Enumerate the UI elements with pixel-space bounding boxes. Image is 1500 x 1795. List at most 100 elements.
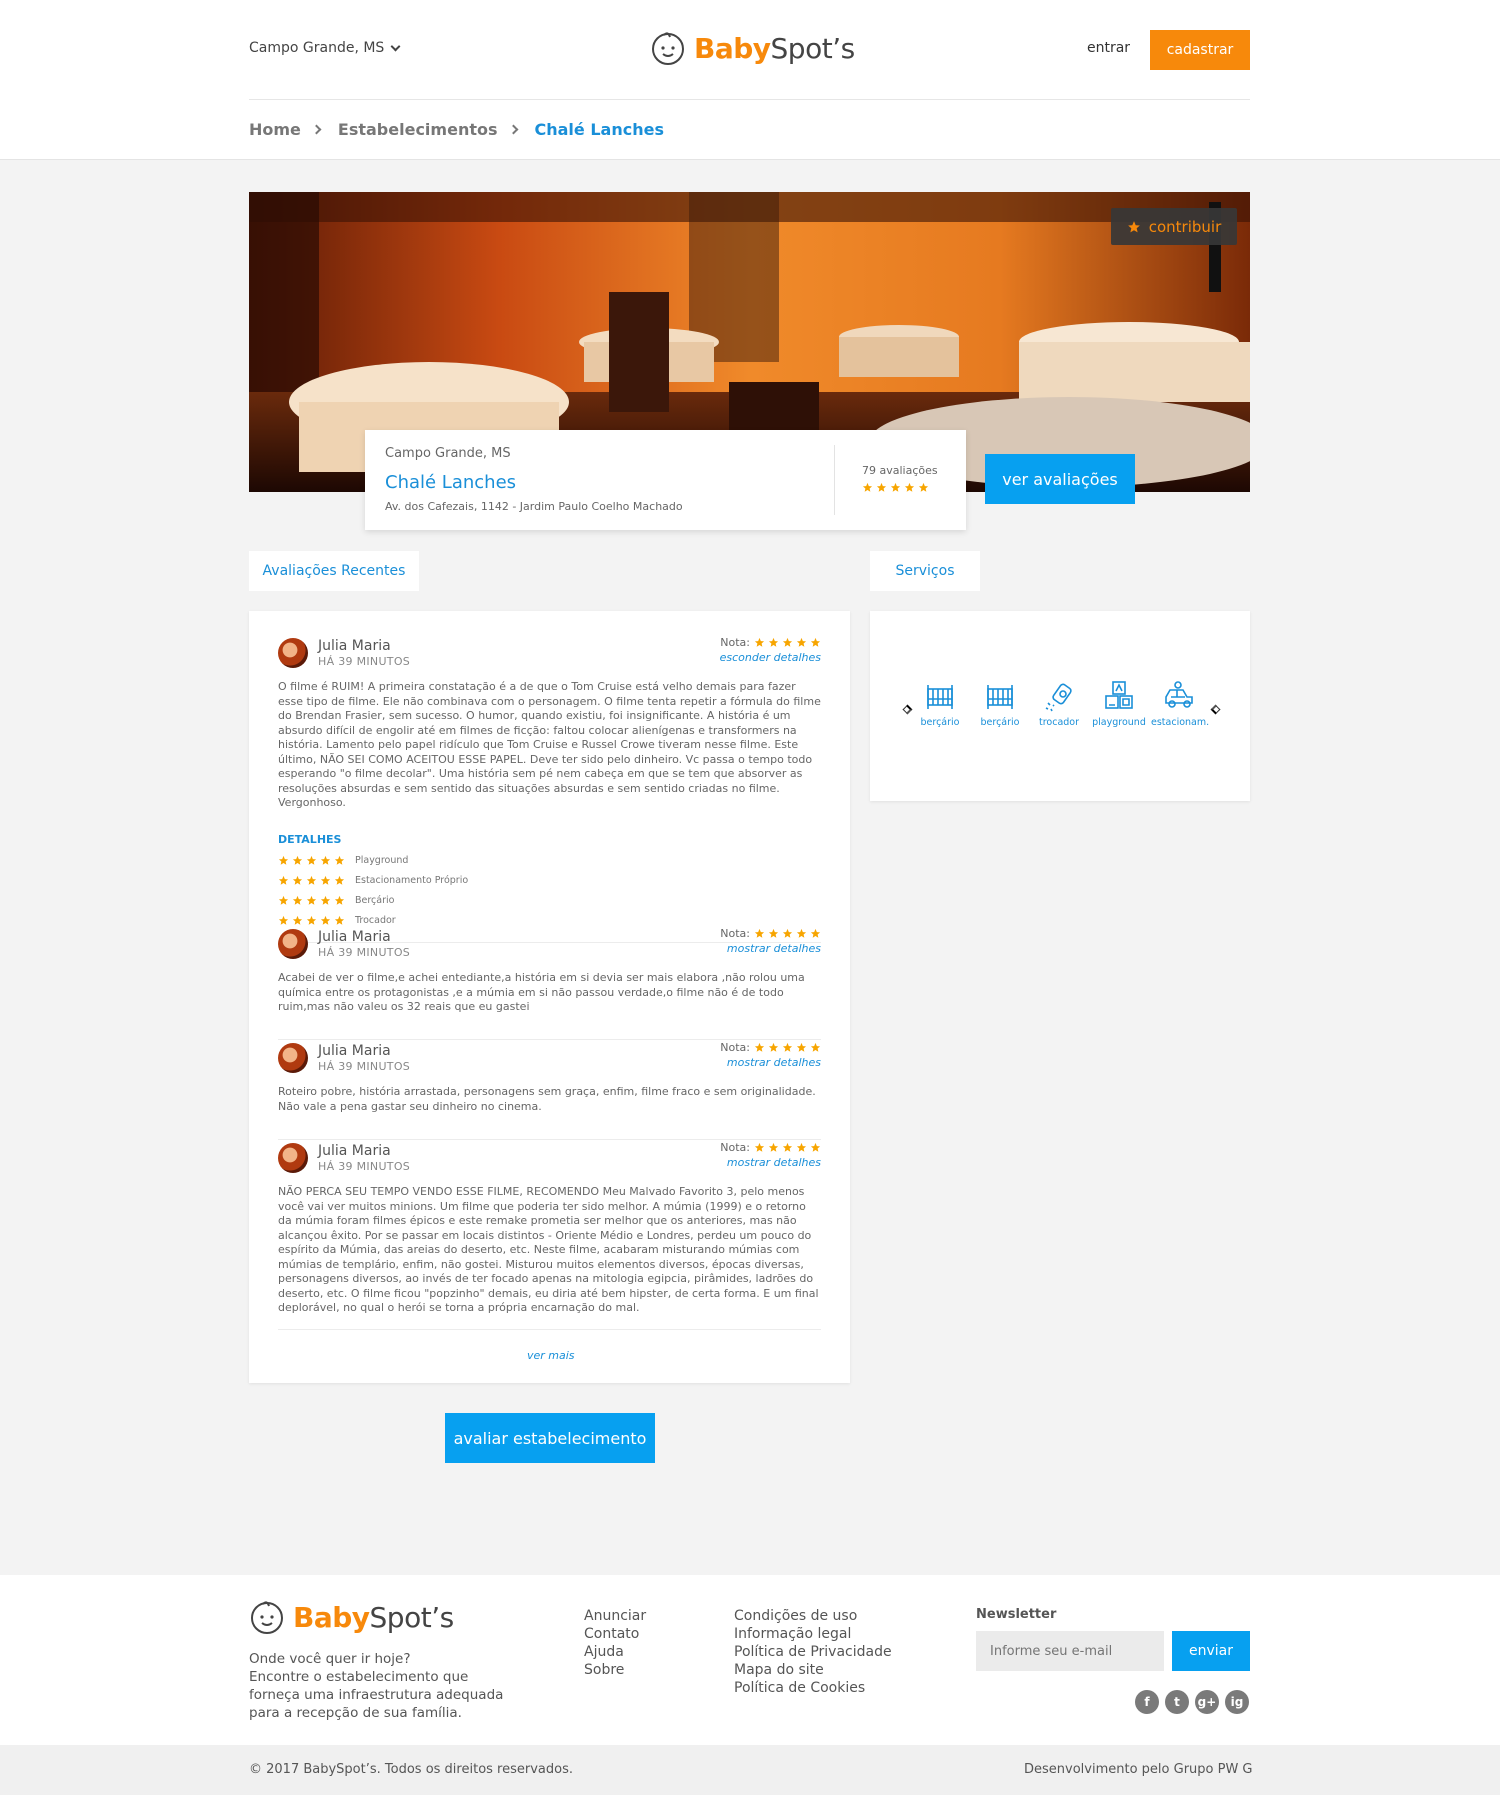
review-time: HÁ 39 MINUTOS — [318, 655, 411, 668]
instagram-icon[interactable]: ig — [1225, 1690, 1249, 1714]
toggle-details-link[interactable]: mostrar detalhes — [727, 1156, 821, 1169]
header — [0, 0, 1500, 160]
detail-row: Playground — [278, 855, 408, 866]
footer-links-2: Condições de uso Informação legal Políti… — [734, 1607, 892, 1697]
detail-row: Berçário — [278, 895, 394, 906]
footer-link-cookies[interactable]: Política de Cookies — [734, 1679, 892, 1697]
star-icon — [768, 637, 779, 648]
star-icon — [768, 928, 779, 939]
star-icon — [292, 895, 303, 906]
crib-icon — [927, 685, 953, 709]
facebook-icon[interactable]: f — [1135, 1690, 1159, 1714]
footer-link-sitemap[interactable]: Mapa do site — [734, 1661, 892, 1679]
star-icon — [810, 1042, 821, 1053]
chevron-right-icon[interactable] — [1210, 704, 1221, 715]
detail-label: Trocador — [355, 915, 396, 926]
divider — [834, 445, 835, 515]
star-icon — [306, 895, 317, 906]
rating-stars — [754, 637, 821, 648]
star-icon — [796, 1042, 807, 1053]
rating-stars — [754, 1142, 821, 1153]
see-reviews-button[interactable]: ver avaliações — [985, 454, 1135, 504]
tab-services[interactable]: Serviços — [870, 551, 980, 591]
chevron-down-icon — [390, 41, 401, 51]
toggle-details-link[interactable]: mostrar detalhes — [727, 942, 821, 955]
footer-link-sobre[interactable]: Sobre — [584, 1661, 646, 1679]
breadcrumb: Home Estabelecimentos Chalé Lanches — [249, 120, 664, 139]
city-label: Campo Grande, MS — [249, 40, 385, 56]
blocks-icon — [1105, 681, 1133, 709]
signup-button[interactable]: cadastrar — [1150, 30, 1250, 70]
divider — [278, 1329, 821, 1330]
star-icon — [754, 1142, 765, 1153]
star-icon — [292, 875, 303, 886]
star-icon — [1127, 220, 1141, 234]
toggle-details-link[interactable]: esconder detalhes — [720, 651, 821, 664]
star-icon — [334, 875, 345, 886]
review-rating: Nota: — [720, 1041, 821, 1054]
city-selector[interactable]: Campo Grande, MS — [249, 40, 401, 56]
divider — [278, 1139, 821, 1140]
chevron-right-icon — [311, 124, 322, 135]
rating-stars — [278, 875, 345, 886]
footer-link-ajuda[interactable]: Ajuda — [584, 1643, 646, 1661]
avatar — [278, 638, 308, 668]
breadcrumb-establishments[interactable]: Estabelecimentos — [338, 120, 498, 139]
logo[interactable]: BabySpot’s — [650, 30, 855, 66]
review-rating: Nota: — [720, 1141, 821, 1154]
details-title: DETALHES — [278, 833, 342, 846]
service-label: berçário — [980, 717, 1020, 728]
star-icon — [810, 928, 821, 939]
review-text: O filme é RUIM! A primeira constatação é… — [278, 680, 821, 809]
star-icon — [810, 1142, 821, 1153]
detail-label: Playground — [355, 855, 409, 866]
newsletter-submit-button[interactable]: enviar — [1172, 1631, 1250, 1671]
star-icon — [862, 482, 873, 493]
star-icon — [782, 928, 793, 939]
service-item: playground — [1091, 679, 1147, 728]
star-icon — [292, 855, 303, 866]
reviewer-name: Julia Maria — [318, 1143, 391, 1159]
services-panel: berçário berçário trocador playground es… — [870, 611, 1250, 801]
tab-recent-reviews[interactable]: Avaliações Recentes — [249, 551, 419, 591]
footer-logo[interactable]: BabySpot’s — [249, 1599, 454, 1635]
footer-link-contato[interactable]: Contato — [584, 1625, 646, 1643]
chevron-left-icon[interactable] — [902, 704, 913, 715]
footer-link-anunciar[interactable]: Anunciar — [584, 1607, 646, 1625]
see-more-link[interactable]: ver mais — [527, 1349, 575, 1362]
star-icon — [334, 855, 345, 866]
review-time: HÁ 39 MINUTOS — [318, 1060, 411, 1073]
login-link[interactable]: entrar — [1087, 40, 1130, 56]
footer-links-1: Anunciar Contato Ajuda Sobre — [584, 1607, 646, 1679]
detail-label: Estacionamento Próprio — [355, 875, 469, 886]
reviewer-name: Julia Maria — [318, 638, 391, 654]
footer-link-legal[interactable]: Informação legal — [734, 1625, 892, 1643]
detail-label: Berçário — [355, 895, 395, 906]
establishment-card: Campo Grande, MS Chalé Lanches Av. dos C… — [365, 430, 966, 530]
review-time: HÁ 39 MINUTOS — [318, 1160, 411, 1173]
review-text: Acabei de ver o filme,e achei entediante… — [278, 971, 805, 1013]
establishment-city: Campo Grande, MS — [385, 446, 511, 461]
footer-link-privacy[interactable]: Política de Privacidade — [734, 1643, 892, 1661]
twitter-icon[interactable]: t — [1165, 1690, 1189, 1714]
footer-link-terms[interactable]: Condições de uso — [734, 1607, 892, 1625]
rating-stars — [754, 928, 821, 939]
baby-face-icon — [652, 32, 684, 65]
star-icon — [782, 637, 793, 648]
contribute-button[interactable]: contribuir — [1111, 208, 1237, 245]
rating-stars — [278, 895, 345, 906]
star-icon — [890, 482, 901, 493]
star-icon — [306, 875, 317, 886]
rate-establishment-button[interactable]: avaliar estabelecimento — [445, 1413, 655, 1463]
logo-text: BabySpot’s — [293, 1600, 454, 1634]
toggle-details-link[interactable]: mostrar detalhes — [727, 1056, 821, 1069]
divider — [278, 1039, 821, 1040]
avatar — [278, 1143, 308, 1173]
reviewer-name: Julia Maria — [318, 1043, 391, 1059]
divider — [249, 99, 1250, 100]
breadcrumb-home[interactable]: Home — [249, 120, 301, 139]
reviews-count: 79 avaliações — [862, 464, 938, 477]
google-plus-icon[interactable]: g+ — [1195, 1690, 1219, 1714]
avatar — [278, 1043, 308, 1073]
newsletter-email-input[interactable] — [976, 1631, 1164, 1671]
